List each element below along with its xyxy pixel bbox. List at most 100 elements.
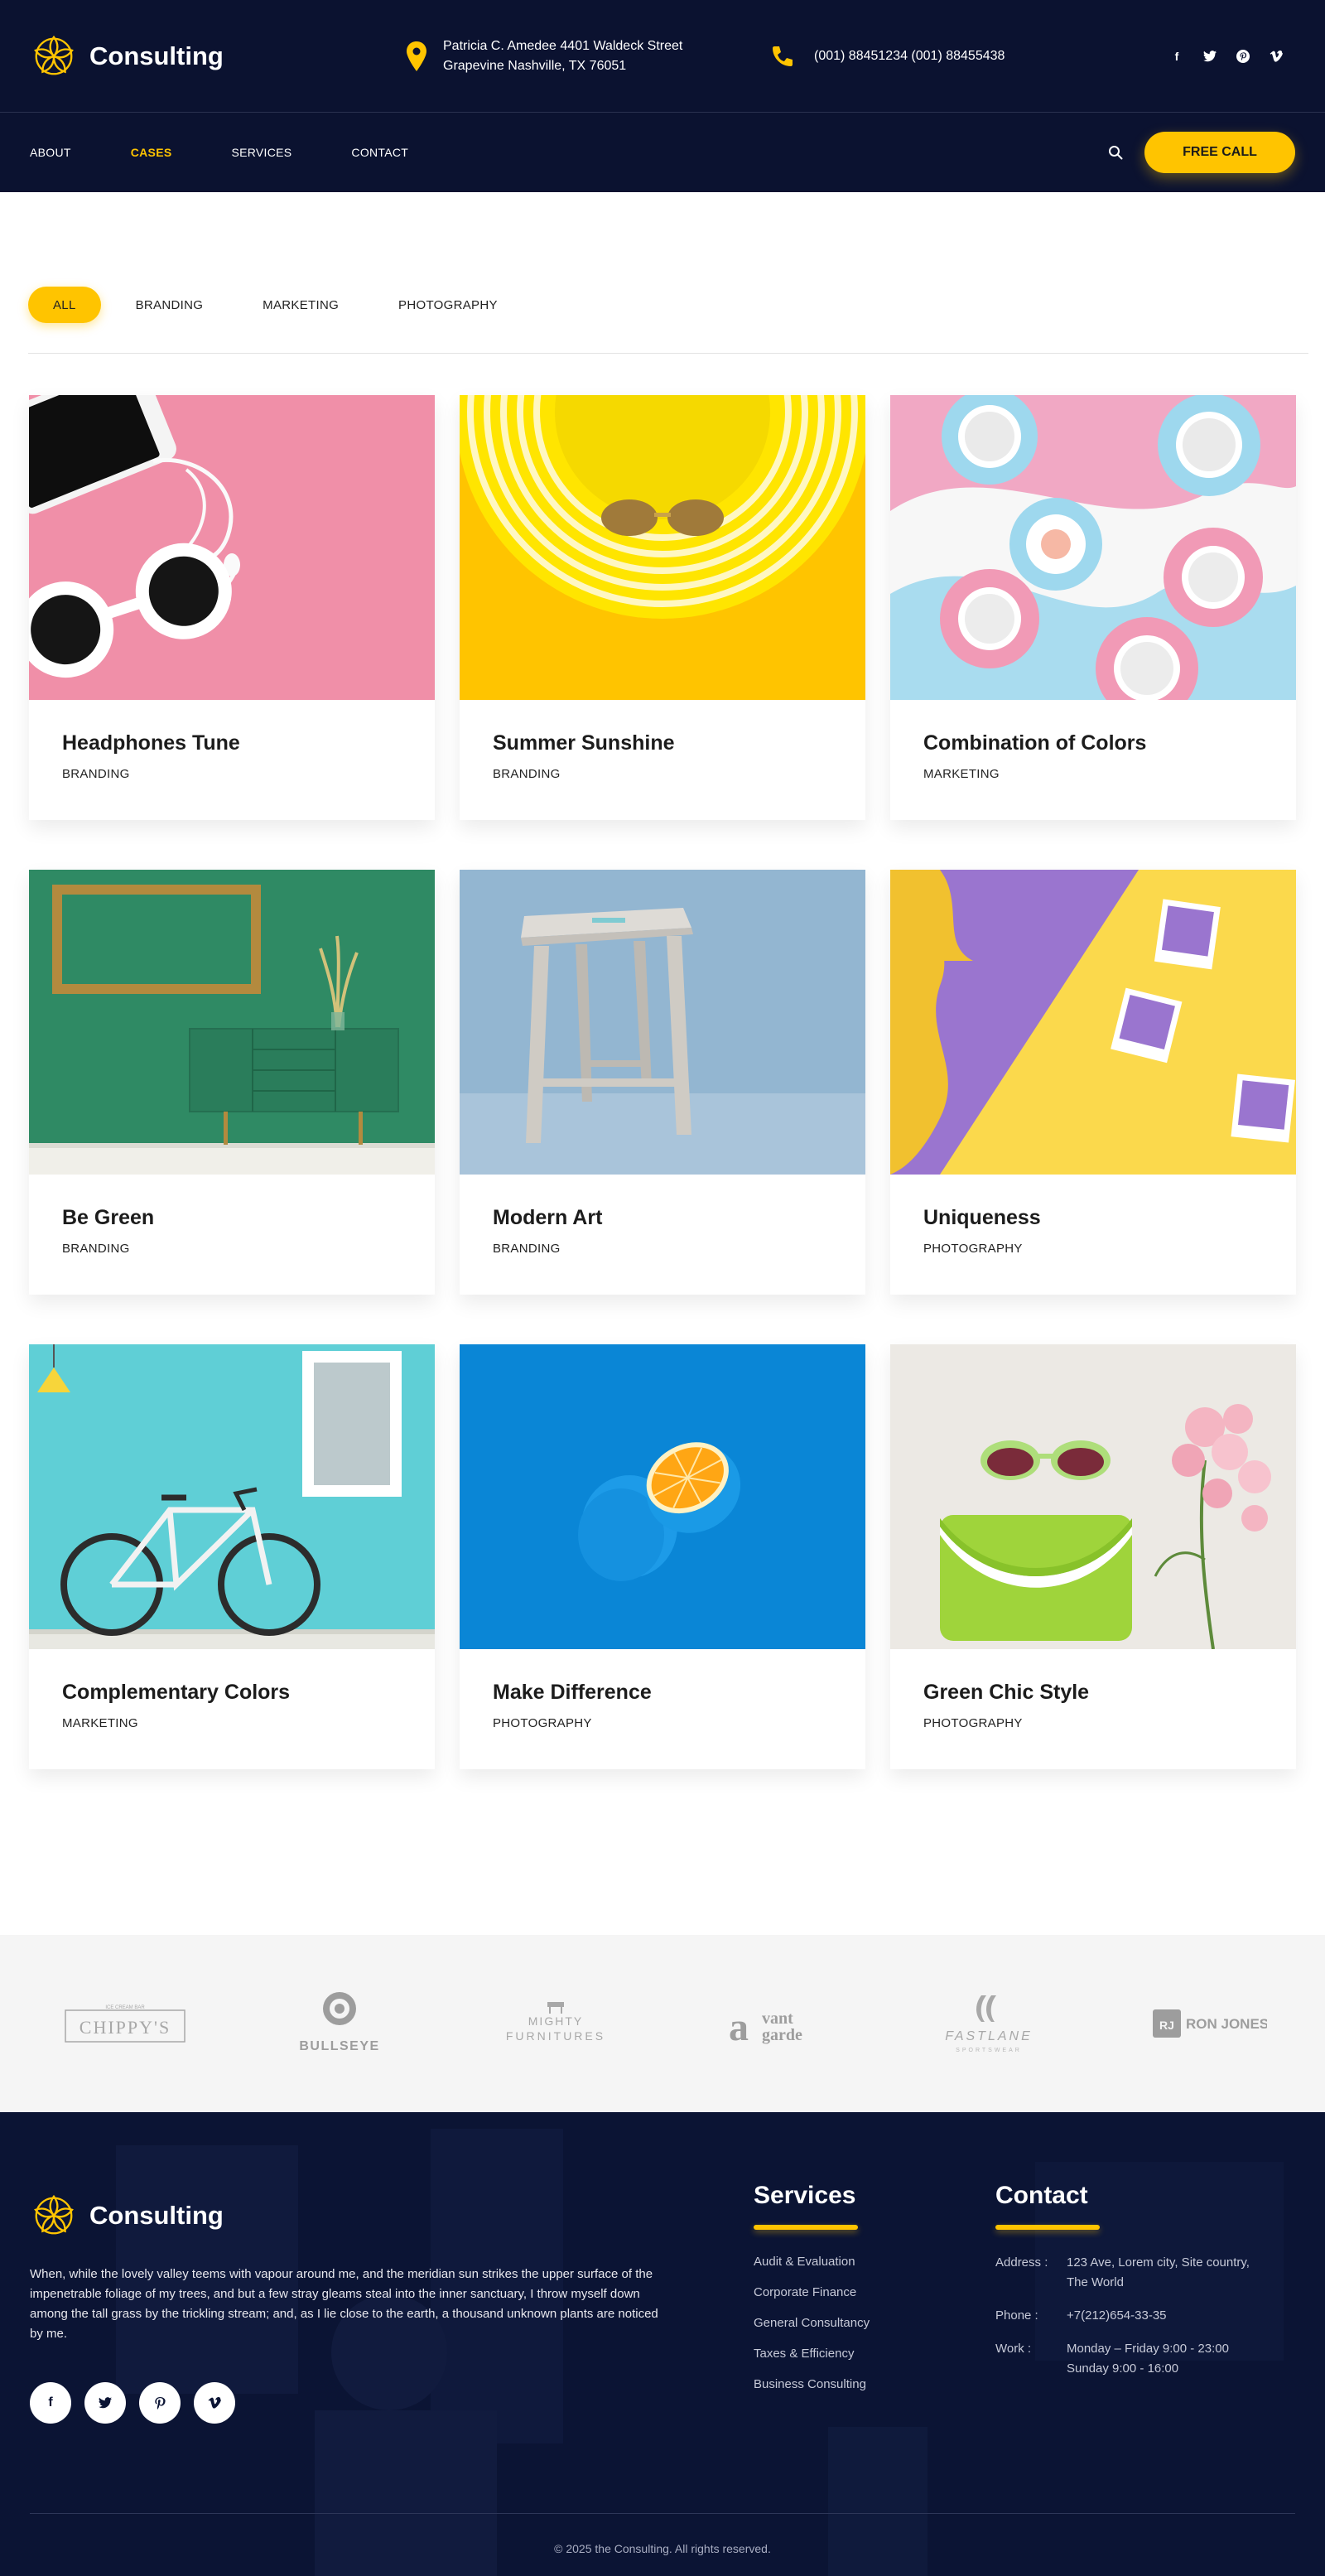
bullseye-wordmark: BULLSEYE (300, 2039, 380, 2053)
case-title[interactable]: Green Chic Style (923, 1681, 1263, 1705)
phone-numbers: (001) 88451234 (001) 88455438 (814, 48, 1005, 63)
nav-item-about[interactable]: ABOUT (30, 146, 71, 159)
service-link-taxes[interactable]: Taxes & Efficiency (754, 2347, 995, 2377)
case-title[interactable]: Be Green (62, 1206, 402, 1230)
case-body: Complementary Colors MARKETING (29, 1649, 435, 1769)
case-card[interactable]: Combination of Colors MARKETING (890, 395, 1296, 820)
contact-heading: Contact (995, 2182, 1088, 2209)
filter-branding[interactable]: BRANDING (111, 287, 229, 323)
partners-strip: ICE CREAM BAR CHIPPY'S BULLSEYE MIGHTY F… (0, 1935, 1325, 2112)
contact-phone-row: Phone : +7(212)654-33-35 (995, 2306, 1269, 2326)
case-title[interactable]: Combination of Colors (923, 731, 1263, 755)
case-category: PHOTOGRAPHY (923, 1716, 1023, 1730)
filter-marketing[interactable]: MARKETING (238, 287, 364, 323)
partner-logo-bullseye[interactable]: BULLSEYE (294, 1990, 385, 2057)
case-category: BRANDING (62, 767, 130, 781)
address-line-1: Patricia C. Amedee 4401 Waldeck Street (443, 38, 683, 53)
service-link-corporate-finance[interactable]: Corporate Finance (754, 2285, 995, 2316)
footer-services: Services Audit & Evaluation Corporate Fi… (754, 2182, 995, 2424)
main-nav: ABOUT CASES SERVICES CONTACT FREE CALL (0, 113, 1325, 192)
case-title[interactable]: Uniqueness (923, 1206, 1263, 1230)
brand-name: Consulting (89, 41, 224, 70)
contact-phone-value[interactable]: +7(212)654-33-35 (1067, 2306, 1257, 2326)
case-category: PHOTOGRAPHY (493, 1716, 592, 1730)
case-card[interactable]: Complementary Colors MARKETING (29, 1344, 435, 1769)
pinterest-icon[interactable] (139, 2382, 181, 2424)
case-image-polaroids[interactable] (890, 870, 1296, 1175)
facebook-icon[interactable]: f (1169, 49, 1184, 64)
case-image-cups[interactable] (890, 395, 1296, 700)
case-body: Green Chic Style PHOTOGRAPHY (890, 1649, 1296, 1769)
contact-label: Address : (995, 2255, 1048, 2270)
partner-logo-mighty-furnitures[interactable]: MIGHTY FURNITURES (494, 1990, 618, 2057)
brand[interactable]: Consulting (30, 32, 407, 80)
contact-work-value: Monday – Friday 9:00 - 23:00 Sunday 9:00… (1067, 2342, 1229, 2376)
address-text: Patricia C. Amedee 4401 Waldeck Street G… (443, 36, 682, 76)
contact-label: Phone : (995, 2308, 1038, 2323)
ronjones-wordmark: RON JONES (1186, 2016, 1267, 2032)
case-image-bicycle[interactable] (29, 1344, 435, 1649)
case-title[interactable]: Make Difference (493, 1681, 832, 1705)
filter-all[interactable]: ALL (28, 287, 101, 323)
nav-item-cases[interactable]: CASES (131, 146, 172, 159)
case-card[interactable]: Uniqueness PHOTOGRAPHY (890, 870, 1296, 1295)
phone-icon (773, 46, 793, 66)
case-category: MARKETING (62, 1716, 138, 1730)
case-card[interactable]: Modern Art BRANDING (460, 870, 865, 1295)
footer-contact: Contact Address : 123 Ave, Lorem city, S… (995, 2182, 1269, 2424)
case-category: BRANDING (493, 767, 561, 781)
facebook-icon[interactable]: f (30, 2382, 71, 2424)
case-title[interactable]: Headphones Tune (62, 731, 402, 755)
footer-about: Consulting When, while the lovely valley… (30, 2192, 754, 2424)
phone-block: (001) 88451234 (001) 88455438 (771, 45, 1135, 68)
case-image-green-purse[interactable] (890, 1344, 1296, 1649)
contact-address-row: Address : 123 Ave, Lorem city, Site coun… (995, 2253, 1269, 2293)
map-pin-icon (407, 41, 426, 71)
case-category: PHOTOGRAPHY (923, 1242, 1023, 1256)
partner-logo-ron-jones[interactable]: RJ RON JONES (1151, 1990, 1267, 2057)
footer-brand[interactable]: Consulting (30, 2192, 754, 2240)
case-body: Summer Sunshine BRANDING (460, 700, 865, 820)
service-link-general-consultancy[interactable]: General Consultancy (754, 2316, 995, 2347)
case-image-green-room[interactable] (29, 870, 435, 1175)
pinterest-icon[interactable] (1236, 49, 1250, 64)
contact-list: Address : 123 Ave, Lorem city, Site coun… (995, 2253, 1269, 2379)
cases-grid: Headphones Tune BRANDING Summer Sunshine (0, 354, 1325, 1769)
filter-photography[interactable]: PHOTOGRAPHY (373, 287, 523, 323)
service-link-business-consulting[interactable]: Business Consulting (754, 2377, 995, 2408)
free-call-button[interactable]: FREE CALL (1144, 132, 1295, 173)
case-title[interactable]: Modern Art (493, 1206, 832, 1230)
case-image-headphones[interactable] (29, 395, 435, 700)
case-body: Uniqueness PHOTOGRAPHY (890, 1175, 1296, 1295)
case-card[interactable]: Make Difference PHOTOGRAPHY (460, 1344, 865, 1769)
service-link-audit[interactable]: Audit & Evaluation (754, 2255, 995, 2285)
partner-logo-chippys[interactable]: ICE CREAM BAR CHIPPY'S (65, 1990, 186, 2057)
nav-item-contact[interactable]: CONTACT (351, 146, 408, 159)
case-card[interactable]: Summer Sunshine BRANDING (460, 395, 865, 820)
case-body: Be Green BRANDING (29, 1175, 435, 1295)
fastlane-subtitle: SPORTSWEAR (956, 2048, 1022, 2053)
search-icon[interactable] (1106, 143, 1125, 162)
fastlane-wordmark: FASTLANE (945, 2029, 1033, 2043)
vimeo-icon[interactable] (1269, 49, 1284, 64)
partner-logo-vantgarde[interactable]: a vant garde (727, 1990, 826, 2057)
ronjones-mark: RJ (1159, 2019, 1174, 2032)
case-category: MARKETING (923, 767, 1000, 781)
case-title[interactable]: Summer Sunshine (493, 731, 832, 755)
footer-copyright: © 2025 the Consulting. All rights reserv… (30, 2513, 1295, 2555)
twitter-icon[interactable] (1202, 49, 1217, 64)
partner-logo-fastlane[interactable]: FASTLANE SPORTSWEAR (935, 1990, 1043, 2057)
case-image-stool[interactable] (460, 870, 865, 1175)
case-card[interactable]: Be Green BRANDING (29, 870, 435, 1295)
case-image-orange[interactable] (460, 1344, 865, 1649)
case-image-summer[interactable] (460, 395, 865, 700)
vimeo-icon[interactable] (194, 2382, 235, 2424)
case-card[interactable]: Headphones Tune BRANDING (29, 395, 435, 820)
case-card[interactable]: Green Chic Style PHOTOGRAPHY (890, 1344, 1296, 1769)
nav-item-services[interactable]: SERVICES (231, 146, 292, 159)
case-title[interactable]: Complementary Colors (62, 1681, 402, 1705)
case-category: BRANDING (493, 1242, 561, 1256)
case-body: Make Difference PHOTOGRAPHY (460, 1649, 865, 1769)
footer-inner: Consulting When, while the lovely valley… (0, 2112, 1325, 2424)
twitter-icon[interactable] (84, 2382, 126, 2424)
